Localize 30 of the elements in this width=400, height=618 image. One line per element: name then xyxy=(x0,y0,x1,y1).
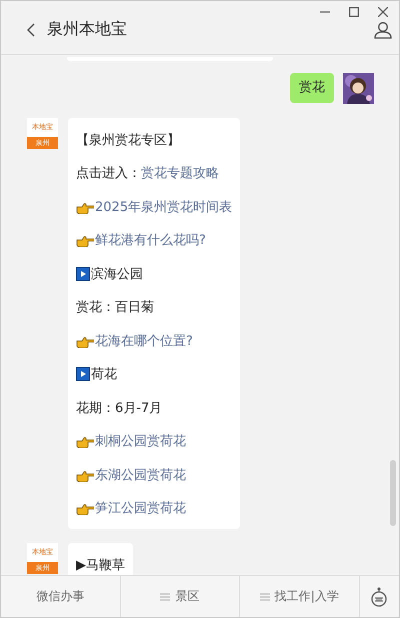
link[interactable]: 东湖公园赏荷花 xyxy=(95,466,186,484)
link[interactable]: 笋江公园赏荷花 xyxy=(95,499,186,518)
pointing-hand-icon xyxy=(76,233,94,248)
message-text: 赏花：百日菊 xyxy=(76,299,154,316)
play-icon xyxy=(76,266,90,281)
message-text: ▶马鞭草 xyxy=(76,556,125,574)
menu-button[interactable]: 微信办事 xyxy=(1,576,120,617)
message-text: 【泉州赏花专区】 xyxy=(76,132,180,149)
link[interactable]: 2025年泉州赏花时间表 xyxy=(95,198,232,216)
scrollbar[interactable] xyxy=(390,460,396,526)
person-icon[interactable] xyxy=(374,20,392,38)
robot-icon xyxy=(370,586,388,606)
close-icon[interactable] xyxy=(378,7,388,17)
menu-button[interactable]: 找工作|入学 xyxy=(240,576,360,617)
message-text: 荷花 xyxy=(91,366,117,384)
menu-button[interactable]: 景区 xyxy=(120,576,240,617)
maximize-icon[interactable] xyxy=(349,7,359,17)
back-icon[interactable] xyxy=(27,22,35,36)
window-title: 泉州本地宝 xyxy=(47,19,127,40)
link[interactable]: 鲜花港有什么花吗? xyxy=(95,231,206,250)
link[interactable]: 花海在哪个位置? xyxy=(95,332,193,350)
pointing-hand-icon xyxy=(76,501,94,516)
message-text: 滨海公园 xyxy=(91,266,143,283)
message-text: 花期：6月-7月 xyxy=(76,400,162,417)
play-icon xyxy=(76,367,90,382)
message-text: 点击进入： xyxy=(76,165,141,182)
link[interactable]: 刺桐公园赏荷花 xyxy=(95,432,186,450)
message-bubble: 赏花 xyxy=(290,73,334,103)
link[interactable]: 赏花专题攻略 xyxy=(141,164,219,182)
pointing-hand-icon xyxy=(76,434,94,448)
